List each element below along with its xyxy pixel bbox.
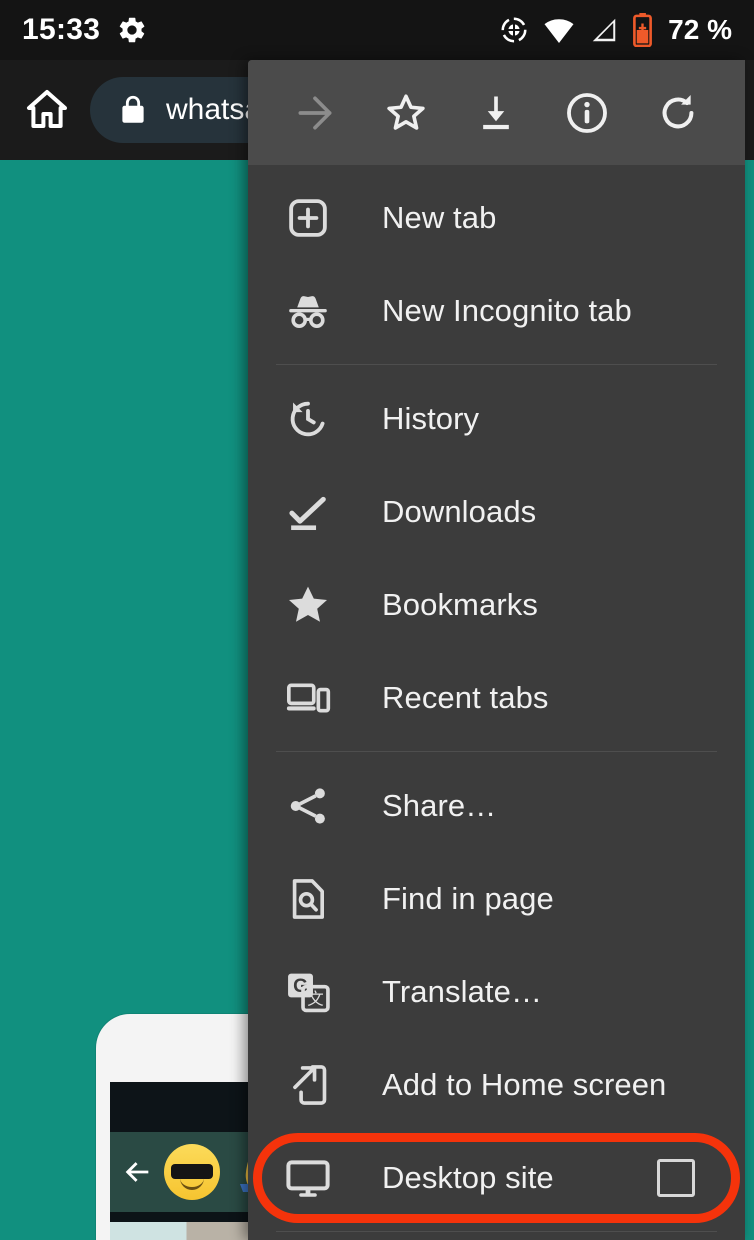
- menu-item-label: Desktop site: [382, 1160, 554, 1196]
- battery-icon: [633, 13, 652, 47]
- lock-icon: [116, 93, 150, 127]
- menu-item-label: Find in page: [382, 881, 554, 917]
- menu-item-translate[interactable]: G 文 Translate…: [248, 945, 745, 1038]
- star-icon[interactable]: [377, 84, 435, 142]
- history-icon: [280, 391, 336, 447]
- add-to-home-screen-icon: [280, 1057, 336, 1113]
- incognito-icon: [280, 283, 336, 339]
- bookmarks-star-icon: [280, 577, 336, 633]
- status-bar-right: 72 %: [499, 13, 732, 47]
- share-icon: [280, 778, 336, 834]
- status-bar: 15:33: [0, 0, 754, 60]
- menu-item-new-tab[interactable]: New tab: [248, 171, 745, 264]
- menu-item-label: Bookmarks: [382, 587, 538, 623]
- menu-item-recent-tabs[interactable]: Recent tabs: [248, 651, 745, 744]
- recent-tabs-icon: [280, 670, 336, 726]
- back-arrow-icon: [120, 1155, 154, 1189]
- url-text: whatsa: [166, 93, 261, 127]
- menu-item-bookmarks[interactable]: Bookmarks: [248, 558, 745, 651]
- battery-percent-label: 72 %: [668, 14, 732, 46]
- settings-gear-icon: [116, 14, 148, 46]
- info-icon[interactable]: [558, 84, 616, 142]
- menu-item-label: Recent tabs: [382, 680, 549, 716]
- wifi-icon: [543, 16, 575, 45]
- find-in-page-icon: [280, 871, 336, 927]
- menu-item-add-to-home-screen[interactable]: Add to Home screen: [248, 1038, 745, 1131]
- menu-item-label: New Incognito tab: [382, 293, 632, 329]
- menu-item-label: Share…: [382, 788, 496, 824]
- reload-icon[interactable]: [649, 84, 707, 142]
- menu-divider-2: [276, 751, 717, 752]
- forward-icon[interactable]: [286, 84, 344, 142]
- desktop-site-icon: [280, 1150, 336, 1206]
- menu-item-label: New tab: [382, 200, 496, 236]
- phone-screen: S Reli With Wha secure me available: [0, 0, 754, 1240]
- menu-item-label: Downloads: [382, 494, 536, 530]
- menu-divider-1: [276, 364, 717, 365]
- menu-divider-3: [276, 1231, 717, 1232]
- downloads-icon: [280, 484, 336, 540]
- browser-overflow-menu: New tab New Incognito tab: [248, 60, 745, 1240]
- desktop-site-checkbox[interactable]: [657, 1159, 695, 1197]
- menu-item-find-in-page[interactable]: Find in page: [248, 852, 745, 945]
- new-tab-icon: [280, 190, 336, 246]
- cellular-signal-icon: [589, 16, 619, 44]
- home-icon[interactable]: [18, 81, 76, 139]
- menu-item-label: Add to Home screen: [382, 1067, 666, 1103]
- menu-item-new-incognito-tab[interactable]: New Incognito tab: [248, 264, 745, 357]
- menu-header-actions: [248, 60, 745, 165]
- menu-item-list: New tab New Incognito tab: [248, 165, 745, 1232]
- location-icon: [499, 15, 529, 45]
- svg-text:文: 文: [307, 990, 323, 1008]
- translate-icon: G 文: [280, 964, 336, 1020]
- status-bar-clock: 15:33: [22, 13, 100, 47]
- menu-item-label: Translate…: [382, 974, 542, 1010]
- menu-item-label: History: [382, 401, 479, 437]
- menu-item-share[interactable]: Share…: [248, 759, 745, 852]
- download-icon[interactable]: [467, 84, 525, 142]
- sunglasses-emoji: [164, 1144, 220, 1200]
- menu-item-desktop-site[interactable]: Desktop site: [248, 1131, 745, 1224]
- status-bar-left: 15:33: [22, 13, 148, 47]
- menu-item-history[interactable]: History: [248, 372, 745, 465]
- menu-item-downloads[interactable]: Downloads: [248, 465, 745, 558]
